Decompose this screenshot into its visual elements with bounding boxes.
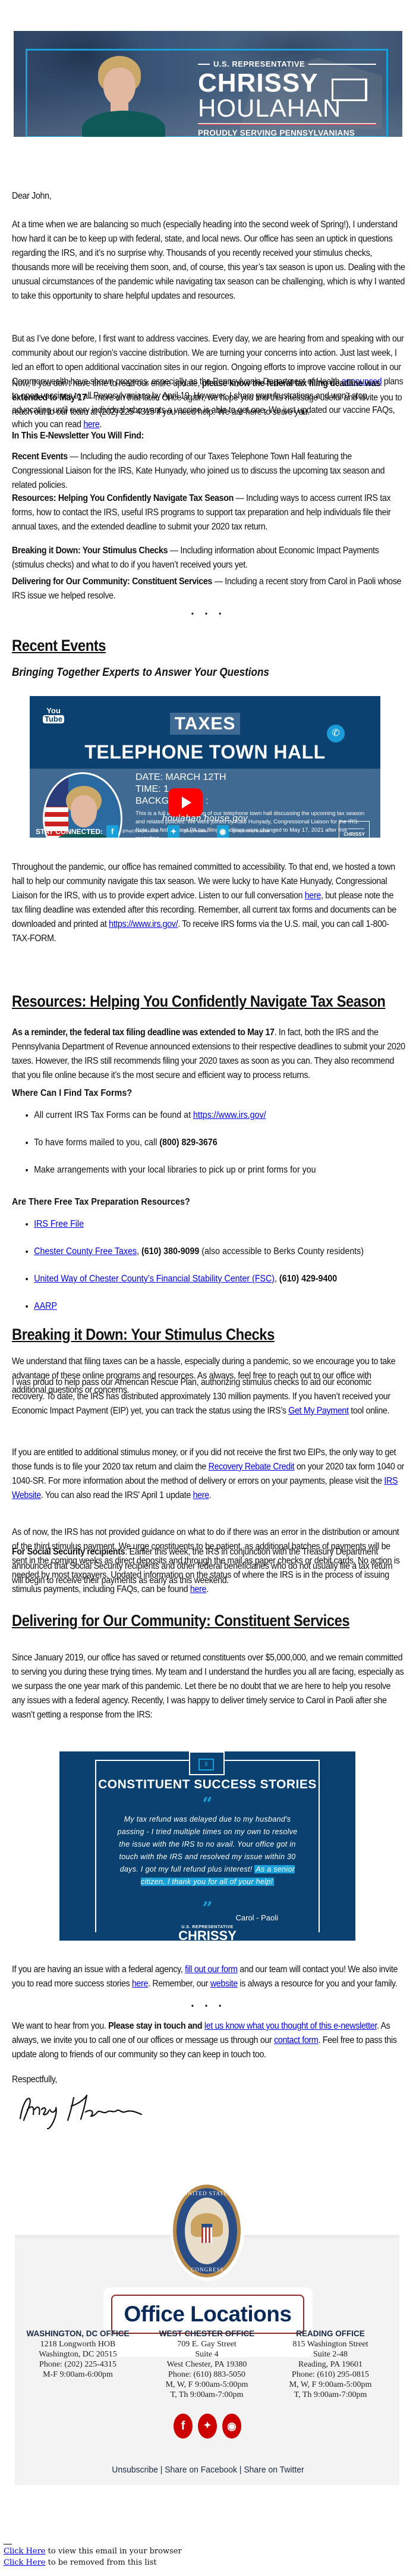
- town-hall-recording-link[interactable]: here: [305, 891, 322, 901]
- story-author: Carol - Paoli: [235, 1913, 278, 1922]
- toc-item: Recent Events — Including the audio reco…: [12, 452, 385, 490]
- twitter-icon[interactable]: ✦: [198, 2414, 217, 2439]
- stay-connected-row: STAY CONNECTED: f @RepChrissyHoulahan ✦ @R…: [36, 825, 275, 838]
- recovery-rebate-credit-link[interactable]: Recovery Rebate Credit: [209, 1462, 295, 1472]
- closing-paragraph: We want to hear from you. Please stay in…: [12, 2021, 397, 2060]
- story-title: CONSTITUENT SUCCESS STORIES: [98, 1778, 317, 1791]
- toc-item: Breaking it Down: Your Stimulus Checks —…: [12, 546, 379, 570]
- list-item: United Way of Chester County’s Financial…: [34, 1272, 409, 1286]
- town-hall-video-thumbnail[interactable]: You Tube TAXES TELEPHONE TOWN HALL ✆ DATE…: [30, 696, 380, 838]
- unsubscribe-link[interactable]: Unsubscribe: [112, 2465, 158, 2475]
- recent-events-subheading: Bringing Together Experts to Answer Your…: [12, 666, 269, 679]
- stimulus-paragraph-4: For Social Security recipients: Earlier …: [12, 1547, 393, 1585]
- fill-out-form-link[interactable]: fill out our form: [185, 1964, 238, 1975]
- get-my-payment-link[interactable]: Get My Payment: [288, 1406, 349, 1416]
- toc-item: Delivering for Our Community: Constituen…: [12, 576, 402, 601]
- list-item: AARP: [34, 1299, 409, 1314]
- stimulus-heading: Breaking it Down: Your Stimulus Checks: [12, 1325, 275, 1343]
- us-congress-seal: UNITED STATES CONGRESS: [171, 2182, 244, 2281]
- resources-heading: Resources: Helping You Confidently Navig…: [12, 992, 386, 1010]
- office-reading: READING OFFICE 815 Washington Street Suit…: [289, 2329, 372, 2399]
- town-hall-footer: houlahan.house.gov STAY CONNECTED: f @Rep…: [30, 813, 380, 838]
- story-brand: U.S. REPRESENTATIVE CHRISSY: [149, 1925, 266, 1941]
- success-stories-link[interactable]: here: [132, 1979, 149, 1989]
- chester-county-free-taxes-link[interactable]: Chester County Free Taxes: [34, 1246, 137, 1256]
- representative-photo: [82, 56, 165, 137]
- feedback-link[interactable]: let us know what you thought of this e-n…: [204, 2021, 377, 2031]
- banner-tagline: PROUDLY SERVING PENNSYLVANIANS: [198, 129, 355, 137]
- header-banner: U.S. REPRESENTATIVE CHRISSY HOULAHAN PRO…: [14, 31, 402, 137]
- irs-free-file-link[interactable]: IRS Free File: [34, 1219, 84, 1229]
- free-tax-prep-list: IRS Free File Chester County Free Taxes,…: [12, 1217, 410, 1327]
- story-quote: My tax refund was delayed due to my husb…: [117, 1815, 298, 1886]
- instagram-icon[interactable]: ◉: [222, 2414, 241, 2439]
- view-in-browser-link[interactable]: Click Here: [4, 2547, 46, 2556]
- pennsylvania-outline-icon: $: [189, 1751, 225, 1775]
- email-utility-links: Click Here to view this email in your br…: [4, 2541, 182, 2568]
- toc-heading: In This E-Newsletter You Will Find:: [12, 431, 144, 441]
- constituent-heading: Delivering for Our Community: Constituen…: [12, 1612, 350, 1629]
- phone-chat-icon: ✆: [327, 725, 345, 742]
- irs-forms-link[interactable]: https://www.irs.gov/: [193, 1110, 266, 1120]
- contact-form-link[interactable]: contact form: [274, 2035, 319, 2045]
- recent-events-paragraph: Throughout the pandemic, our office has …: [12, 862, 396, 944]
- banner-rep-label: U.S. REPRESENTATIVE: [198, 59, 376, 68]
- constituent-paragraph-2: If you are having an issue with a federa…: [12, 1964, 398, 1989]
- free-tax-prep-heading: Are There Free Tax Preparation Resources…: [12, 1197, 190, 1207]
- constituent-paragraph: Since January 2019, our office has saved…: [12, 1653, 404, 1720]
- list-item: All current IRS Tax Forms can be found a…: [34, 1108, 409, 1123]
- signoff: Respectfully,: [12, 2074, 58, 2085]
- instagram-icon: ◉: [216, 825, 229, 838]
- facebook-icon[interactable]: f: [174, 2414, 193, 2439]
- intro-paragraph-3: Now, if you don’t have time to read our …: [12, 378, 402, 417]
- tax-forms-heading: Where Can I Find Tax Forms?: [12, 1088, 133, 1098]
- list-item: To have forms mailed to you, call (800) …: [34, 1136, 409, 1150]
- town-hall-title-2: TELEPHONE TOWN HALL: [84, 741, 326, 763]
- aarp-link[interactable]: AARP: [34, 1301, 57, 1311]
- share-twitter-link[interactable]: Share on Twitter: [244, 2465, 304, 2475]
- tax-forms-list: All current IRS Tax Forms can be found a…: [12, 1108, 410, 1190]
- close-quote-icon: ”: [202, 1898, 213, 1919]
- share-facebook-link[interactable]: Share on Facebook: [165, 2465, 237, 2475]
- section-divider: . . .: [191, 1997, 225, 2010]
- resources-paragraph: As a reminder, the federal tax filing de…: [12, 1027, 405, 1080]
- section-divider: . . .: [191, 604, 225, 618]
- greeting: Dear John,: [12, 191, 52, 201]
- vaccine-faq-link[interactable]: here: [83, 419, 100, 430]
- recent-events-heading: Recent Events: [12, 637, 106, 654]
- pennsylvania-outline-icon: [332, 79, 367, 101]
- office-washington: WASHINGTON, DC OFFICE 1218 Longworth HOB…: [26, 2329, 130, 2379]
- houlahan-logo: U.S. REPRESENTATIVECHRISSYHOULAHAN: [339, 821, 370, 838]
- united-way-fsc-link[interactable]: United Way of Chester County’s Financial…: [34, 1274, 275, 1284]
- banner-divider: [198, 123, 376, 125]
- money-icon: $: [198, 1759, 214, 1770]
- irs-april-update-link[interactable]: here: [193, 1490, 210, 1500]
- list-item: Make arrangements with your local librar…: [34, 1163, 409, 1177]
- toc-item: Resources: Helping You Confidently Navig…: [12, 493, 391, 532]
- irs-gov-link[interactable]: https://www.irs.gov/: [109, 919, 178, 929]
- website-link[interactable]: website: [210, 1979, 238, 1989]
- stimulus-paragraph-1: I was proud to help pass our American Re…: [12, 1377, 390, 1416]
- facebook-icon: f: [106, 825, 119, 838]
- list-item: Chester County Free Taxes, (610) 380-909…: [34, 1245, 409, 1259]
- town-hall-website: houlahan.house.gov: [162, 813, 248, 823]
- open-quote-icon: “: [202, 1794, 213, 1815]
- list-item: IRS Free File: [34, 1217, 409, 1231]
- signature: [19, 2094, 143, 2130]
- footer-links: Unsubscribe | Share on Facebook | Share …: [112, 2465, 304, 2475]
- twitter-icon: ✦: [167, 825, 179, 838]
- office-west-chester: WEST CHESTER OFFICE 709 E. Gay Street Sui…: [159, 2329, 255, 2399]
- footer-social-icons: f ✦ ◉: [174, 2414, 241, 2439]
- intro-paragraph-1: At a time when we are balancing so much …: [12, 220, 405, 301]
- constituent-success-story-image: $ CONSTITUENT SUCCESS STORIES “ My tax r…: [59, 1751, 355, 1941]
- stimulus-paragraph-2: If you are entitled to additional stimul…: [12, 1447, 405, 1500]
- remove-from-list-link[interactable]: Click Here: [4, 2558, 46, 2567]
